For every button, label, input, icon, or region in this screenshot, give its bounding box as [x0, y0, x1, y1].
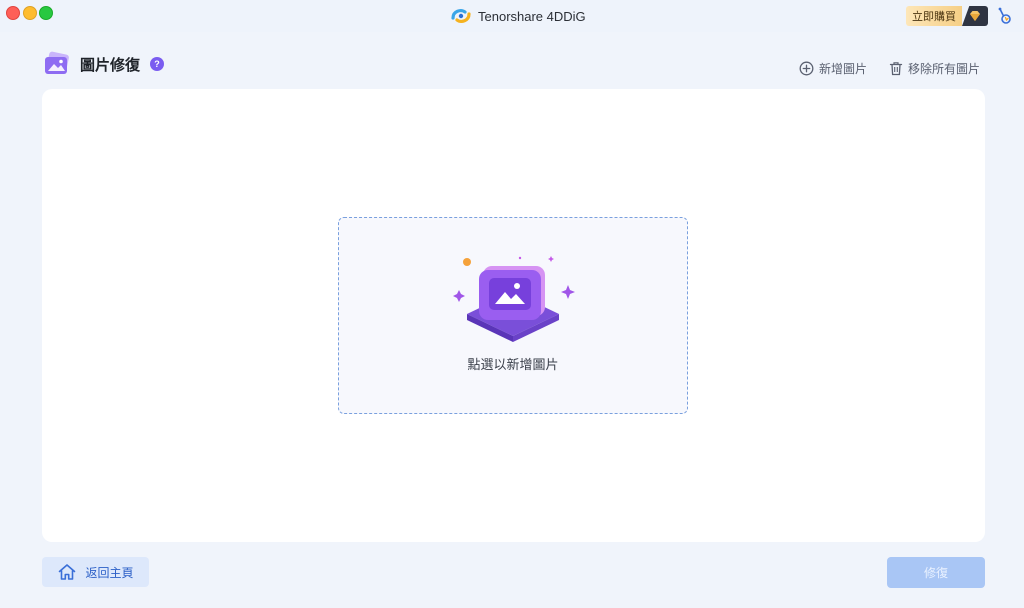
add-image-illustration-icon — [453, 256, 575, 342]
page-header: 圖片修復 ? — [42, 50, 165, 78]
dropzone-hint: 點選以新增圖片 — [467, 357, 559, 372]
repair-button[interactable]: 修復 — [887, 557, 985, 588]
trash-icon — [889, 62, 903, 76]
remove-all-button[interactable]: 移除所有圖片 — [889, 60, 980, 77]
back-home-button[interactable]: 返回主頁 — [42, 557, 149, 587]
title-bar: Tenorshare 4DDiG 立即購買 — [0, 0, 1024, 32]
page-title: 圖片修復 — [80, 56, 141, 74]
window-maximize-button[interactable] — [39, 6, 53, 20]
photo-repair-icon — [45, 51, 69, 74]
help-icon[interactable]: ? — [150, 57, 165, 71]
add-image-label: 新增圖片 — [818, 62, 867, 76]
main-panel: 點選以新增圖片 — [42, 89, 985, 542]
account-icon[interactable] — [996, 6, 1014, 26]
add-image-button[interactable]: 新增圖片 — [799, 60, 867, 77]
top-actions: 新增圖片 移除所有圖片 — [799, 60, 980, 77]
app-title-text: Tenorshare 4DDiG — [478, 8, 586, 24]
home-icon — [59, 564, 76, 580]
buy-now-button[interactable]: 立即購買 — [906, 6, 988, 26]
window-minimize-button[interactable] — [23, 6, 37, 20]
app-title: Tenorshare 4DDiG — [450, 6, 586, 26]
remove-all-label: 移除所有圖片 — [907, 62, 980, 76]
back-home-label: 返回主頁 — [85, 565, 134, 580]
window-close-button[interactable] — [6, 6, 20, 20]
app-logo-icon — [451, 9, 471, 23]
buy-now-label: 立即購買 — [906, 6, 962, 26]
gem-icon — [962, 6, 988, 26]
plus-circle-icon — [799, 61, 814, 76]
image-dropzone[interactable]: 點選以新增圖片 — [338, 217, 688, 414]
